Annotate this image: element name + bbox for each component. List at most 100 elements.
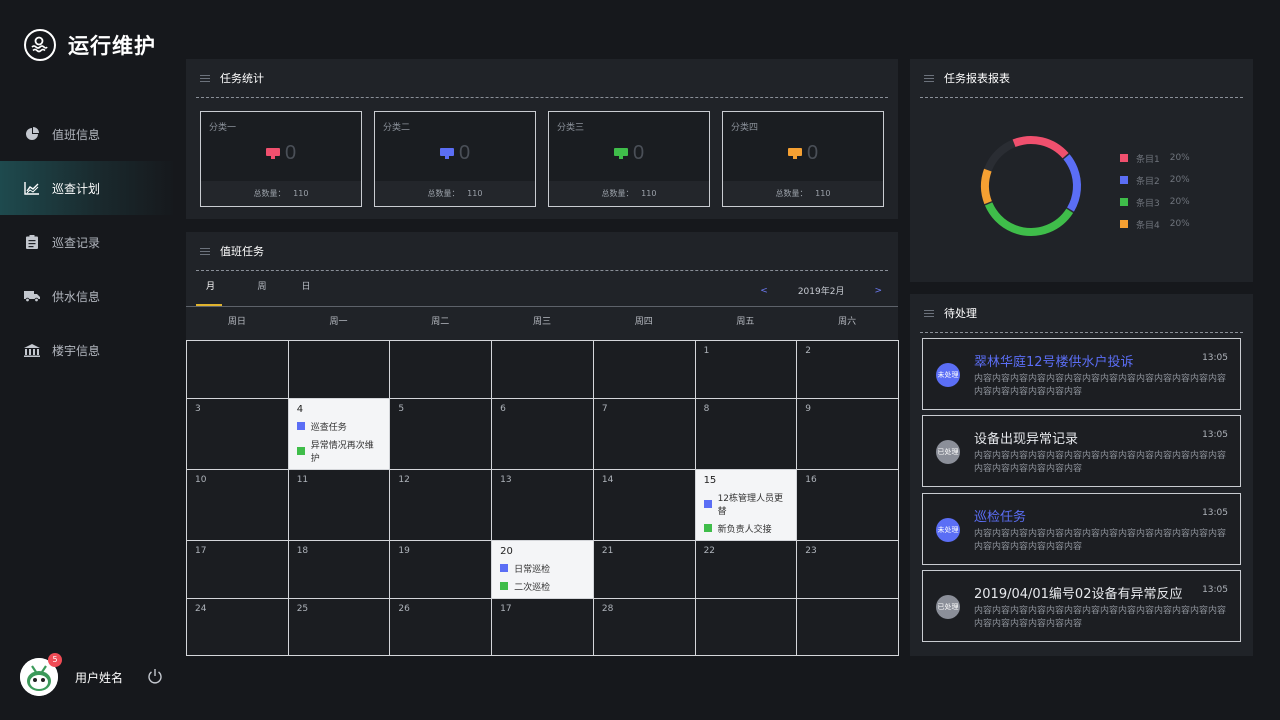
prev-month-button[interactable]: < [756, 286, 772, 296]
sidebar-item-patrol-record[interactable]: 巡查记录 [0, 215, 176, 269]
stat-card[interactable]: 分类二 0 总数量： 110 [374, 111, 536, 207]
day-number: 2 [805, 346, 812, 356]
calendar-event[interactable]: 异常情况再次维护 [296, 438, 382, 464]
sidebar-item-label: 供水信息 [52, 289, 101, 304]
event-marker [500, 582, 509, 590]
status-badge: 未处理 [936, 518, 960, 542]
tab-month[interactable]: 月 [196, 278, 240, 306]
power-icon[interactable] [147, 668, 165, 686]
sidebar-item-label: 楼宇信息 [52, 343, 101, 358]
calendar-day-cell[interactable]: 25 [288, 598, 391, 656]
day-number: 22 [703, 545, 716, 556]
calendar-day-cell[interactable] [695, 598, 798, 656]
sidebar-item-label: 值班信息 [52, 127, 101, 142]
weekday-label: 周一 [329, 317, 348, 327]
day-number: 17 [500, 603, 512, 614]
calendar-event[interactable]: 日常巡检 [500, 562, 585, 575]
calendar-day-cell[interactable]: 28 [593, 598, 696, 656]
day-number: 18 [296, 545, 309, 556]
pending-item[interactable]: 已处理 设备出现异常记录 13:05 内容内容内容内容内容内容内容内容内容内容内容内容… [922, 415, 1241, 487]
event-text: 日常巡检 [514, 564, 551, 575]
calendar-day-cell[interactable]: 5 [390, 398, 493, 470]
sidebar-item-building-info[interactable]: 楼宇信息 [0, 323, 176, 377]
task-report-panel: 任务报表报表 条目1 20% 条目2 20% 条目3 20% 条目4 20% [910, 59, 1253, 282]
weekday-header: 周日 周一 周二 周三 周四 周五 周六 [186, 312, 898, 332]
day-number: 17 [195, 545, 207, 556]
tab-week[interactable]: 周 [240, 278, 284, 306]
monitor-icon [439, 148, 454, 159]
calendar-day-cell[interactable] [797, 598, 899, 656]
calendar-day-cell[interactable]: 1 [695, 341, 798, 399]
calendar-event[interactable]: 巡查任务 [296, 420, 382, 433]
pending-item[interactable]: 未处理 翠林华庭12号楼供水户投诉 13:05 内容内容内容内容内容内容内容内容内容内… [922, 338, 1241, 410]
calendar-event[interactable]: 新负责人交接 [703, 522, 789, 535]
stat-card[interactable]: 分类四 0 总数量： 110 [722, 111, 884, 207]
pending-title: 设备出现异常记录 [974, 432, 1079, 447]
calendar-day-cell[interactable]: 6 [492, 398, 594, 470]
pending-item[interactable]: 已处理 2019/04/01编号02设备有异常反应 13:05 内容内容内容内容内容内… [922, 570, 1241, 642]
pending-item[interactable]: 未处理 巡检任务 13:05 内容内容内容内容内容内容内容内容内容内容内容内容内容内容… [922, 493, 1241, 565]
calendar-day-cell[interactable]: 18 [288, 540, 391, 599]
calendar-day-cell[interactable] [492, 341, 594, 399]
next-month-button[interactable]: > [870, 286, 886, 296]
stat-card[interactable]: 分类三 0 总数量： 110 [548, 111, 710, 207]
donut-segment[interactable] [976, 131, 1086, 241]
stat-value-row: 0 [375, 142, 535, 165]
stat-total-value: 110 [815, 189, 831, 198]
current-month: 2019年2月 [797, 287, 845, 297]
stat-total-label: 总数量： [253, 189, 286, 198]
calendar-day-cell[interactable]: 22 [695, 540, 798, 599]
tabs-divider [186, 306, 898, 307]
day-number: 4 [296, 403, 304, 415]
calendar-day-cell[interactable]: 2 [797, 341, 899, 399]
calendar-day-cell[interactable]: 19 [390, 540, 493, 599]
tab-day[interactable]: 日 [284, 278, 328, 306]
list-icon [924, 74, 934, 82]
calendar-day-cell[interactable]: 26 [390, 598, 493, 656]
calendar-day-cell[interactable]: 7 [593, 398, 696, 470]
avatar[interactable]: 5 [20, 653, 62, 696]
day-number: 13 [500, 474, 512, 485]
stat-total: 总数量： 110 [375, 181, 535, 206]
stat-value-row: 0 [723, 142, 883, 165]
calendar-day-cell[interactable]: 24 [187, 598, 289, 656]
monitor-icon [613, 148, 628, 159]
stat-card[interactable]: 分类一 0 总数量： 110 [200, 111, 362, 207]
calendar-day-cell[interactable]: 21 [593, 540, 696, 599]
sidebar-item-label: 巡查记录 [52, 235, 101, 250]
sidebar-item-patrol-plan[interactable]: 巡查计划 [0, 161, 176, 215]
calendar-day-cell[interactable]: 9 [797, 398, 899, 470]
calendar-day-cell[interactable] [187, 341, 289, 399]
panel-title: 任务统计 [220, 72, 264, 85]
day-number: 21 [601, 545, 614, 556]
calendar-event[interactable]: 二次巡检 [500, 580, 585, 593]
calendar-day-cell[interactable] [288, 341, 391, 399]
sidebar-item-duty-info[interactable]: 值班信息 [0, 107, 176, 161]
calendar-day-cell[interactable]: 14 [593, 469, 696, 541]
calendar-day-cell[interactable]: 20 日常巡检 二次巡检 [492, 540, 594, 599]
donut-segment[interactable] [976, 131, 1086, 241]
donut-segment[interactable] [976, 131, 1086, 241]
calendar-day-cell[interactable]: 13 [492, 469, 594, 541]
calendar-day-cell[interactable]: 8 [695, 398, 798, 470]
calendar-day-cell[interactable]: 17 [492, 598, 594, 656]
calendar-event[interactable]: 12栋管理人员更替 [703, 491, 789, 517]
monitor-icon [265, 148, 280, 159]
calendar-day-cell[interactable] [593, 341, 696, 399]
calendar-day-cell[interactable]: 15 12栋管理人员更替 新负责人交接 [695, 469, 798, 541]
donut-segment[interactable] [976, 131, 1086, 241]
sidebar-item-water-supply[interactable]: 供水信息 [0, 269, 176, 323]
calendar-day-cell[interactable]: 17 [187, 540, 289, 599]
calendar-day-cell[interactable]: 12 [390, 469, 493, 541]
legend-swatch [1120, 154, 1128, 162]
calendar-day-cell[interactable]: 3 [187, 398, 289, 470]
calendar-day-cell[interactable] [390, 341, 493, 399]
day-number: 10 [195, 474, 207, 485]
calendar-day-cell[interactable]: 10 [187, 469, 289, 541]
calendar-day-cell[interactable]: 16 [797, 469, 899, 541]
calendar-day-cell[interactable]: 4 巡查任务异常情况再次维护 [288, 398, 391, 470]
calendar-day-cell[interactable]: 23 [797, 540, 899, 599]
calendar-day-cell[interactable]: 11 [288, 469, 391, 541]
weekday-label: 周日 [227, 317, 246, 327]
stat-category: 分类二 [383, 123, 411, 133]
